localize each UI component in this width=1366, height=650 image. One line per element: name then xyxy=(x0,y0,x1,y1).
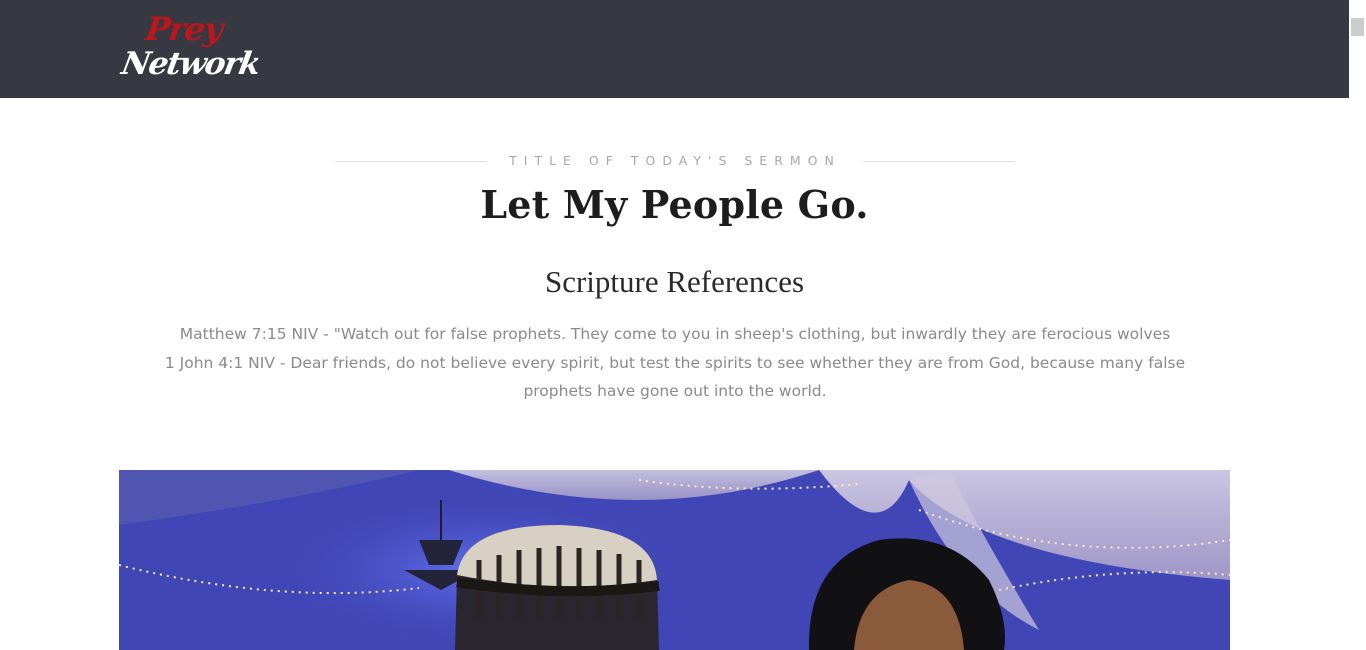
kicker-divider-right xyxy=(863,161,1015,162)
logo-word-network: Network xyxy=(118,46,263,82)
site-logo[interactable]: Prey Network xyxy=(119,10,262,86)
sermon-photo xyxy=(119,470,1230,650)
page-scrollbar[interactable] xyxy=(1349,0,1366,650)
scrollbar-thumb[interactable] xyxy=(1351,18,1364,36)
sermon-kicker-label: TITLE OF TODAY'S SERMON xyxy=(509,153,841,168)
logo-word-prey: Prey xyxy=(143,10,225,48)
scripture-reference-2: 1 John 4:1 NIV - Dear friends, do not be… xyxy=(164,353,1186,401)
kicker-divider-left xyxy=(335,161,487,162)
scripture-reference-1: Matthew 7:15 NIV - "Watch out for false … xyxy=(179,325,1171,343)
scripture-references: Matthew 7:15 NIV - "Watch out for false … xyxy=(130,320,1220,406)
sermon-title: Let My People Go. xyxy=(480,182,869,227)
scripture-references-heading: Scripture References xyxy=(544,264,805,299)
sermon-photo-illustration xyxy=(119,470,1230,650)
sermon-kicker: TITLE OF TODAY'S SERMON xyxy=(335,152,1015,172)
site-header: Prey Network xyxy=(0,0,1349,98)
